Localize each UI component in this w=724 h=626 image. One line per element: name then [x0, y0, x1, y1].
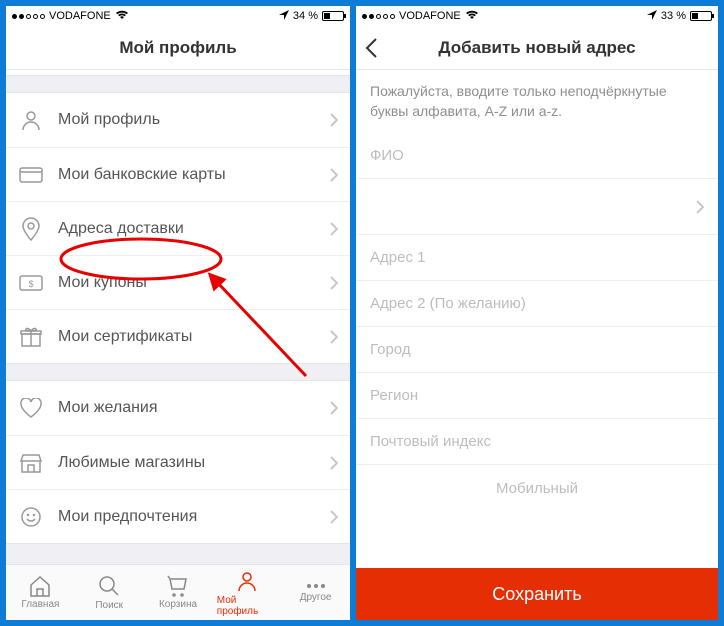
row-label: Мои предпочтения	[58, 508, 330, 526]
row-wishes[interactable]: Мои желания	[6, 381, 350, 435]
chevron-right-icon	[330, 456, 338, 470]
tab-label: Главная	[21, 599, 59, 610]
signal-icon	[12, 14, 45, 19]
svg-text:$: $	[28, 279, 33, 289]
mobile-field[interactable]: Мобильный	[356, 465, 718, 511]
store-icon	[18, 450, 44, 476]
name-field[interactable]: ФИО	[356, 133, 718, 179]
placeholder: ФИО	[370, 147, 404, 164]
carrier-label: VODAFONE	[49, 10, 111, 22]
carrier-label: VODAFONE	[399, 10, 461, 22]
smile-icon	[18, 504, 44, 530]
wifi-icon	[115, 10, 129, 23]
placeholder: Почтовый индекс	[370, 433, 491, 450]
chevron-right-icon	[330, 276, 338, 290]
page-title: Добавить новый адрес	[438, 38, 635, 58]
row-label: Адреса доставки	[58, 220, 330, 238]
row-coupons-services[interactable]: Мои купоны на услуги	[6, 70, 350, 75]
tab-more[interactable]: Другое	[286, 582, 346, 603]
chevron-right-icon	[330, 113, 338, 127]
row-label: Мои желания	[58, 399, 330, 417]
row-addresses[interactable]: Адреса доставки	[6, 201, 350, 255]
chevron-right-icon	[330, 330, 338, 344]
battery-pct: 34 %	[293, 10, 318, 22]
row-label: Мои купоны	[58, 274, 330, 292]
page-title: Мой профиль	[119, 38, 236, 58]
save-label: Сохранить	[492, 584, 581, 605]
coupon-icon: $	[18, 270, 44, 296]
location-icon	[279, 10, 289, 23]
tab-label: Поиск	[95, 600, 123, 611]
row-label: Мой профиль	[58, 111, 330, 129]
pin-icon	[18, 216, 44, 242]
status-bar: VODAFONE 34 %	[6, 6, 350, 26]
city-field[interactable]: Город	[356, 327, 718, 373]
tab-home[interactable]: Главная	[10, 575, 70, 610]
address2-field[interactable]: Адрес 2 (По желанию)	[356, 281, 718, 327]
card-icon	[18, 162, 44, 188]
navbar: Мой профиль	[6, 26, 350, 70]
location-icon	[647, 10, 657, 23]
battery-icon	[690, 11, 712, 21]
navbar: Добавить новый адрес	[356, 26, 718, 70]
row-label: Мои сертификаты	[58, 328, 330, 346]
row-prefs[interactable]: Мои предпочтения	[6, 489, 350, 543]
ticket-icon	[18, 70, 44, 73]
screen-profile: VODAFONE 34 % Мой профиль	[6, 6, 356, 620]
signal-icon	[362, 14, 395, 19]
tab-label: Корзина	[159, 599, 197, 610]
save-button[interactable]: Сохранить	[356, 568, 718, 620]
helper-text: Пожалуйста, вводите только неподчёркнуты…	[356, 70, 718, 133]
placeholder: Мобильный	[496, 480, 578, 497]
row-label: Любимые магазины	[58, 454, 330, 472]
heart-icon	[18, 395, 44, 421]
status-bar: VODAFONE 33 %	[356, 6, 718, 26]
battery-icon	[322, 11, 344, 21]
tab-label: Мой профиль	[217, 595, 277, 617]
chevron-right-icon	[330, 510, 338, 524]
person-icon	[18, 107, 44, 133]
row-cards[interactable]: Мои банковские карты	[6, 147, 350, 201]
placeholder: Адрес 1	[370, 249, 425, 266]
row-profile[interactable]: Мой профиль	[6, 93, 350, 147]
battery-pct: 33 %	[661, 10, 686, 22]
chevron-right-icon	[330, 222, 338, 236]
address-form: ФИО Адрес 1 Адрес 2 (По желанию) Город Р…	[356, 133, 718, 511]
row-label: Мои банковские карты	[58, 166, 330, 184]
chevron-right-icon	[696, 200, 704, 214]
tab-label: Другое	[300, 592, 332, 603]
placeholder: Регион	[370, 387, 418, 404]
profile-list: Мои купоны на услуги Мой профиль Мои	[6, 70, 350, 564]
gift-icon	[18, 324, 44, 350]
row-coupons[interactable]: $ Мои купоны	[6, 255, 350, 309]
row-shops[interactable]: Любимые магазины	[6, 435, 350, 489]
chevron-right-icon	[330, 401, 338, 415]
zip-field[interactable]: Почтовый индекс	[356, 419, 718, 465]
wifi-icon	[465, 10, 479, 23]
row-certs[interactable]: Мои сертификаты	[6, 309, 350, 363]
address1-field[interactable]: Адрес 1	[356, 235, 718, 281]
tab-cart[interactable]: Корзина	[148, 575, 208, 610]
region-field[interactable]: Регион	[356, 373, 718, 419]
tab-bar: Главная Поиск Корзина Мой профиль Другое	[6, 564, 350, 620]
tab-search[interactable]: Поиск	[79, 574, 139, 611]
chevron-right-icon	[330, 168, 338, 182]
placeholder: Адрес 2 (По желанию)	[370, 295, 526, 312]
country-field[interactable]	[356, 179, 718, 235]
placeholder: Город	[370, 341, 411, 358]
back-button[interactable]	[364, 26, 378, 69]
screen-add-address: VODAFONE 33 % Добавить новый адрес Пожал…	[356, 6, 718, 620]
tab-profile[interactable]: Мой профиль	[217, 569, 277, 617]
